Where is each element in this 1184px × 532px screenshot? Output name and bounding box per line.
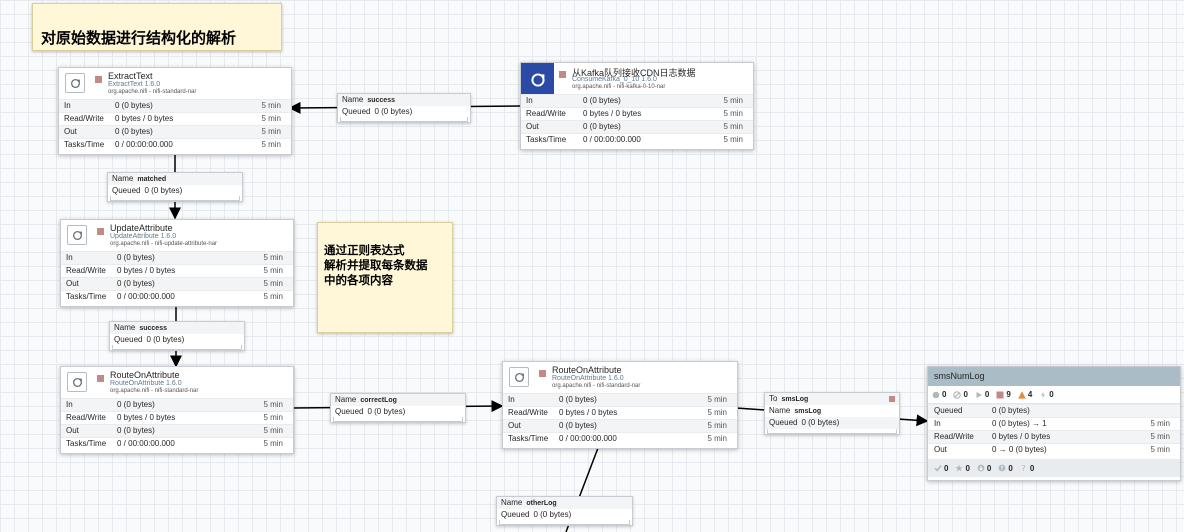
processor-icon bbox=[67, 225, 87, 245]
stat-read-write: Read/Write 0 bytes / 0 bytes 5 min bbox=[61, 411, 293, 424]
modified-stale-icon: 0 bbox=[998, 464, 1013, 473]
stopped-icon bbox=[95, 76, 102, 83]
pg-stat-read-write: Read/Write 0 bytes / 0 bytes 5 min bbox=[928, 430, 1180, 443]
processor-icon bbox=[521, 63, 554, 96]
processor-icon bbox=[509, 367, 529, 387]
stale-icon: 0 bbox=[977, 464, 991, 473]
queue-progress-bar bbox=[112, 345, 242, 350]
processor-bundle: org.apache.nifi - nifi-kafka-0-10-nar bbox=[572, 84, 666, 90]
disabled-icon: 0 bbox=[1039, 390, 1054, 399]
stat-tasks-time: Tasks/Time 0 / 00:00:00.000 5 min bbox=[61, 290, 293, 303]
processor-type: ConsumeKafka_0_10 1.6.0 bbox=[572, 76, 657, 83]
invalid-icon: 4 bbox=[1018, 390, 1032, 399]
pg-stat-queued: Queued 0 (0 bytes) bbox=[928, 404, 1180, 417]
stat-in: In 0 (0 bytes) 5 min bbox=[521, 94, 753, 107]
processor-type: UpdateAttribute 1.6.0 bbox=[110, 233, 177, 240]
stat-tasks-time: Tasks/Time 0 / 00:00:00.000 5 min bbox=[61, 437, 293, 450]
stat-tasks-time: Tasks/Time 0 / 00:00:00.000 5 min bbox=[521, 133, 753, 146]
connection-label-otherlog[interactable]: Name otherLog Queued 0 (0 bytes) bbox=[496, 496, 633, 526]
stat-out: Out 0 (0 bytes) 5 min bbox=[521, 120, 753, 133]
stopped-icon: 9 bbox=[996, 390, 1011, 399]
process-group-version-bar: 0 0 0 0 ? 0 bbox=[928, 459, 1180, 477]
stat-in: In 0 (0 bytes) 5 min bbox=[59, 99, 291, 112]
pg-stat-in: In 0 (0 bytes) → 15 min bbox=[928, 417, 1180, 430]
stat-out: Out 0 (0 bytes) 5 min bbox=[59, 125, 291, 138]
stat-read-write: Read/Write 0 bytes / 0 bytes 5 min bbox=[59, 112, 291, 125]
label-structured-parse[interactable]: 对原始数据进行结构化的解析 bbox=[32, 3, 282, 51]
processor-name: ExtractText bbox=[108, 71, 153, 81]
processor-routeonattribute-2[interactable]: RouteOnAttribute RouteOnAttribute 1.6.0 … bbox=[502, 361, 738, 449]
connection-label-success-1[interactable]: Name success Queued 0 (0 bytes) bbox=[337, 93, 471, 123]
stat-tasks-time: Tasks/Time 0 / 00:00:00.000 5 min bbox=[503, 432, 737, 445]
stat-in: In 0 (0 bytes) 5 min bbox=[61, 251, 293, 264]
connection-name-row: Name otherLog bbox=[497, 497, 632, 509]
connection-label-matched[interactable]: Name matched Queued 0 (0 bytes) bbox=[107, 172, 243, 202]
connection-name-row: Name matched bbox=[108, 173, 242, 185]
connection-label-success-2[interactable]: Name success Queued 0 (0 bytes) bbox=[109, 321, 245, 351]
connection-label-smslog[interactable]: To smsLog Name smsLog Queued 0 (0 bytes) bbox=[764, 392, 900, 435]
stat-in: In 0 (0 bytes) 5 min bbox=[503, 393, 737, 406]
stat-out: Out 0 (0 bytes) 5 min bbox=[61, 277, 293, 290]
label-regex-note[interactable]: 通过正则表达式 解析并提取每条数据 中的各项内容 bbox=[317, 222, 453, 333]
not-transmitting-icon: 0 bbox=[953, 390, 968, 399]
processor-bundle: org.apache.nifi - nifi-standard-nar bbox=[110, 388, 199, 394]
process-group-name: smsNumLog bbox=[928, 367, 1180, 386]
processor-icon bbox=[67, 372, 87, 392]
transmitting-icon: 0 bbox=[932, 390, 946, 399]
svg-text:?: ? bbox=[1021, 464, 1025, 472]
pg-stat-out: Out 0 → 0 (0 bytes) 5 min bbox=[928, 443, 1180, 456]
processor-extracttext[interactable]: ExtractText ExtractText 1.6.0 org.apache… bbox=[58, 67, 292, 155]
connection-name-row: Name smsLog bbox=[769, 406, 822, 415]
stat-read-write: Read/Write 0 bytes / 0 bytes 5 min bbox=[521, 107, 753, 120]
queue-progress-bar bbox=[340, 117, 468, 122]
locally-modified-icon: 0 bbox=[955, 464, 970, 473]
flow-canvas[interactable]: 对原始数据进行结构化的解析 通过正则表达式 解析并提取每条数据 中的各项内容 E… bbox=[0, 0, 1184, 532]
processor-name: UpdateAttribute bbox=[110, 223, 173, 233]
stat-in: In 0 (0 bytes) 5 min bbox=[61, 398, 293, 411]
processor-bundle: org.apache.nifi - nifi-standard-nar bbox=[108, 89, 197, 95]
connection-label-correctlog[interactable]: Name correctLog Queued 0 (0 bytes) bbox=[330, 393, 466, 423]
processor-type: RouteOnAttribute 1.6.0 bbox=[552, 375, 624, 382]
sync-failure-icon: ? 0 bbox=[1021, 463, 1035, 473]
connection-name-row: Name success bbox=[338, 94, 470, 106]
queue-progress-bar bbox=[767, 429, 897, 434]
stat-tasks-time: Tasks/Time 0 / 00:00:00.000 5 min bbox=[59, 138, 291, 151]
stat-read-write: Read/Write 0 bytes / 0 bytes 5 min bbox=[503, 406, 737, 419]
connection-name-row: Name correctLog bbox=[331, 394, 465, 406]
queue-progress-bar bbox=[499, 520, 630, 525]
processor-icon bbox=[65, 73, 85, 93]
processor-consumekafka[interactable]: 从Kafka队列接收CDN日志数据 ConsumeKafka_0_10 1.6.… bbox=[520, 62, 754, 150]
label-text: 对原始数据进行结构化的解析 bbox=[41, 30, 237, 47]
connection-name-row: Name success bbox=[110, 322, 244, 334]
running-icon: 0 bbox=[975, 390, 989, 399]
connection-queued-row: Queued 0 (0 bytes) bbox=[765, 417, 899, 429]
process-group-smsnumlog[interactable]: smsNumLog 0 0 0 9 4 0 Queued 0 (0 bytes) … bbox=[927, 366, 1181, 481]
processor-name: RouteOnAttribute bbox=[552, 365, 622, 375]
processor-type: RouteOnAttribute 1.6.0 bbox=[110, 380, 182, 387]
up-to-date-icon: 0 bbox=[934, 464, 948, 473]
stopped-icon bbox=[559, 71, 566, 78]
processor-bundle: org.apache.nifi - nifi-update-attribute-… bbox=[110, 241, 218, 247]
stat-out: Out 0 (0 bytes) 5 min bbox=[503, 419, 737, 432]
stat-out: Out 0 (0 bytes) 5 min bbox=[61, 424, 293, 437]
process-group-status-bar: 0 0 0 9 4 0 bbox=[928, 386, 1180, 404]
processor-name: RouteOnAttribute bbox=[110, 370, 180, 380]
stopped-icon bbox=[889, 396, 895, 402]
label-text: 通过正则表达式 解析并提取每条数据 中的各项内容 bbox=[324, 245, 428, 287]
stopped-icon bbox=[539, 370, 546, 377]
queue-progress-bar bbox=[110, 196, 240, 201]
stopped-icon bbox=[97, 375, 104, 382]
processor-bundle: org.apache.nifi - nifi-standard-nar bbox=[552, 383, 641, 389]
queue-progress-bar bbox=[333, 417, 463, 422]
stopped-icon bbox=[97, 228, 104, 235]
processor-type: ExtractText 1.6.0 bbox=[108, 81, 161, 88]
stat-read-write: Read/Write 0 bytes / 0 bytes 5 min bbox=[61, 264, 293, 277]
processor-routeonattribute-1[interactable]: RouteOnAttribute RouteOnAttribute 1.6.0 … bbox=[60, 366, 294, 454]
connection-to-row: To smsLog bbox=[765, 393, 899, 405]
processor-updateattribute[interactable]: UpdateAttribute UpdateAttribute 1.6.0 or… bbox=[60, 219, 294, 307]
